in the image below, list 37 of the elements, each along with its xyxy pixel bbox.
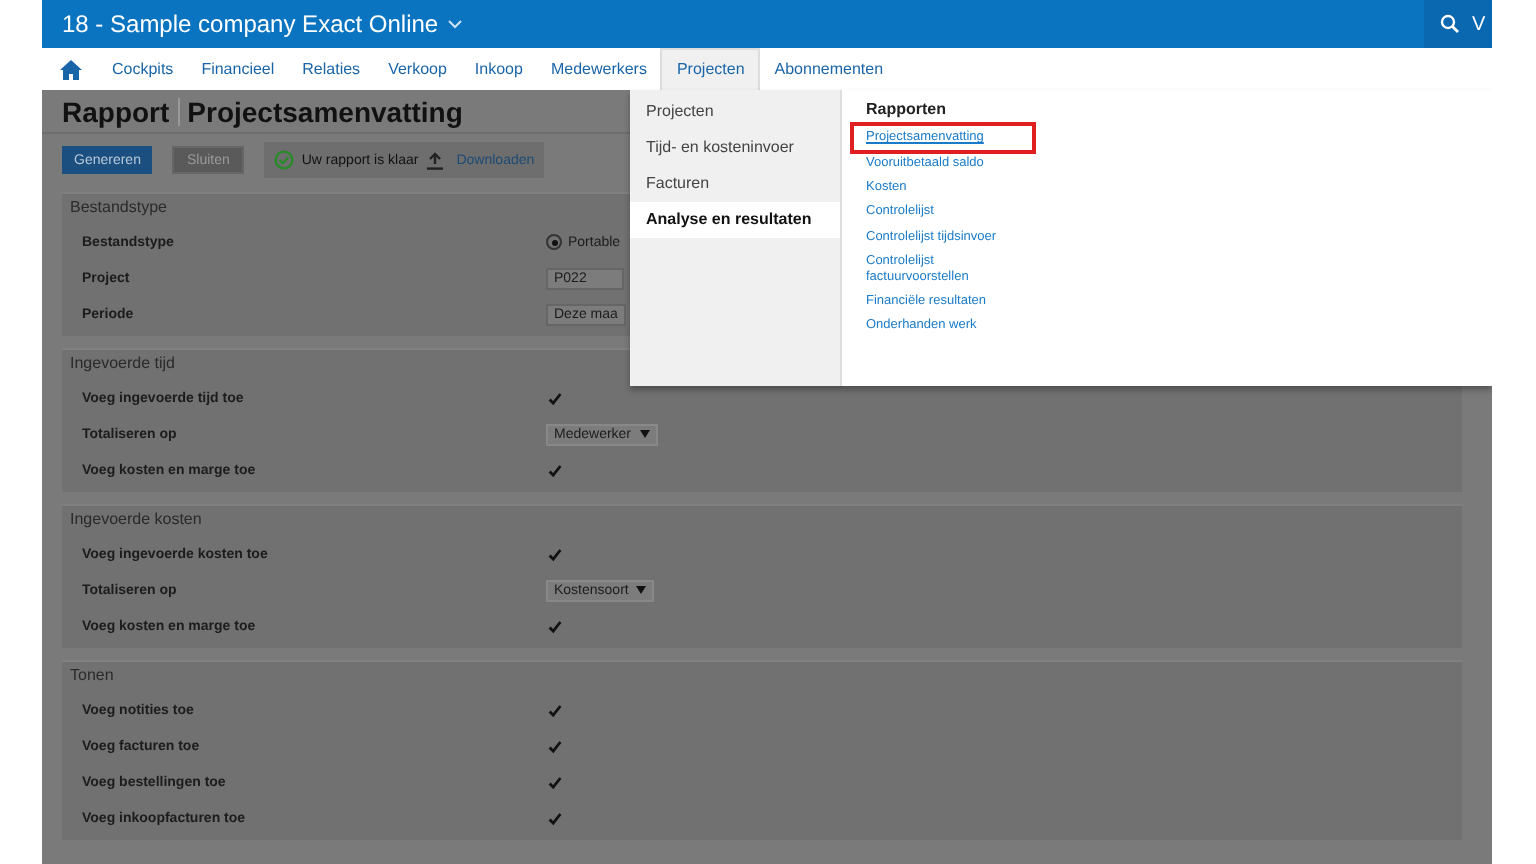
checkbox[interactable] xyxy=(546,774,562,790)
chevron-down-icon[interactable] xyxy=(448,19,463,29)
checkbox[interactable] xyxy=(546,702,562,718)
nav-tab[interactable]: Verkoop xyxy=(374,48,461,90)
section-title: Tonen xyxy=(70,666,114,688)
download-icon[interactable] xyxy=(426,151,445,169)
section-title: Ingevoerde kosten xyxy=(70,510,202,532)
company-title[interactable]: 18 - Sample company Exact Online xyxy=(62,10,439,38)
menu-category[interactable]: Analyse en resultaten xyxy=(630,202,840,238)
nav-tab[interactable]: Cockpits xyxy=(98,48,188,90)
section-title: Ingevoerde tijd xyxy=(70,354,175,376)
menu-category[interactable]: Facturen xyxy=(630,166,840,202)
checkbox[interactable] xyxy=(546,462,562,478)
nav-tab[interactable]: Projecten xyxy=(660,48,761,90)
checkbox[interactable] xyxy=(546,810,562,826)
home-icon[interactable] xyxy=(60,59,82,79)
nav-tab[interactable]: Medewerkers xyxy=(536,48,661,90)
checkbox[interactable] xyxy=(546,390,562,406)
nav-tab[interactable]: Relaties xyxy=(288,48,375,90)
caret-icon xyxy=(639,430,650,438)
page-title-prefix: Rapport xyxy=(62,95,170,127)
nav-tab[interactable]: Financieel xyxy=(187,48,289,90)
checkbox[interactable] xyxy=(546,546,562,562)
nav-tab[interactable]: Abonnementen xyxy=(760,48,898,90)
menu-category[interactable]: Tijd- en kosteninvoer xyxy=(630,130,840,166)
page-title: Projectsamenvatting xyxy=(187,95,463,127)
checkbox[interactable] xyxy=(546,738,562,754)
nav-tab[interactable]: Inkoop xyxy=(460,48,537,90)
checkbox[interactable] xyxy=(546,618,562,634)
section-title: Bestandstype xyxy=(70,198,167,220)
search-icon xyxy=(1440,14,1460,34)
check-circle-icon xyxy=(273,150,294,170)
menu-category[interactable]: Projecten xyxy=(630,94,840,130)
caret-icon xyxy=(636,586,647,594)
radio-button[interactable] xyxy=(546,234,562,250)
menu-heading: Rapporten xyxy=(866,100,946,118)
search-button[interactable]: V xyxy=(1424,0,1492,48)
